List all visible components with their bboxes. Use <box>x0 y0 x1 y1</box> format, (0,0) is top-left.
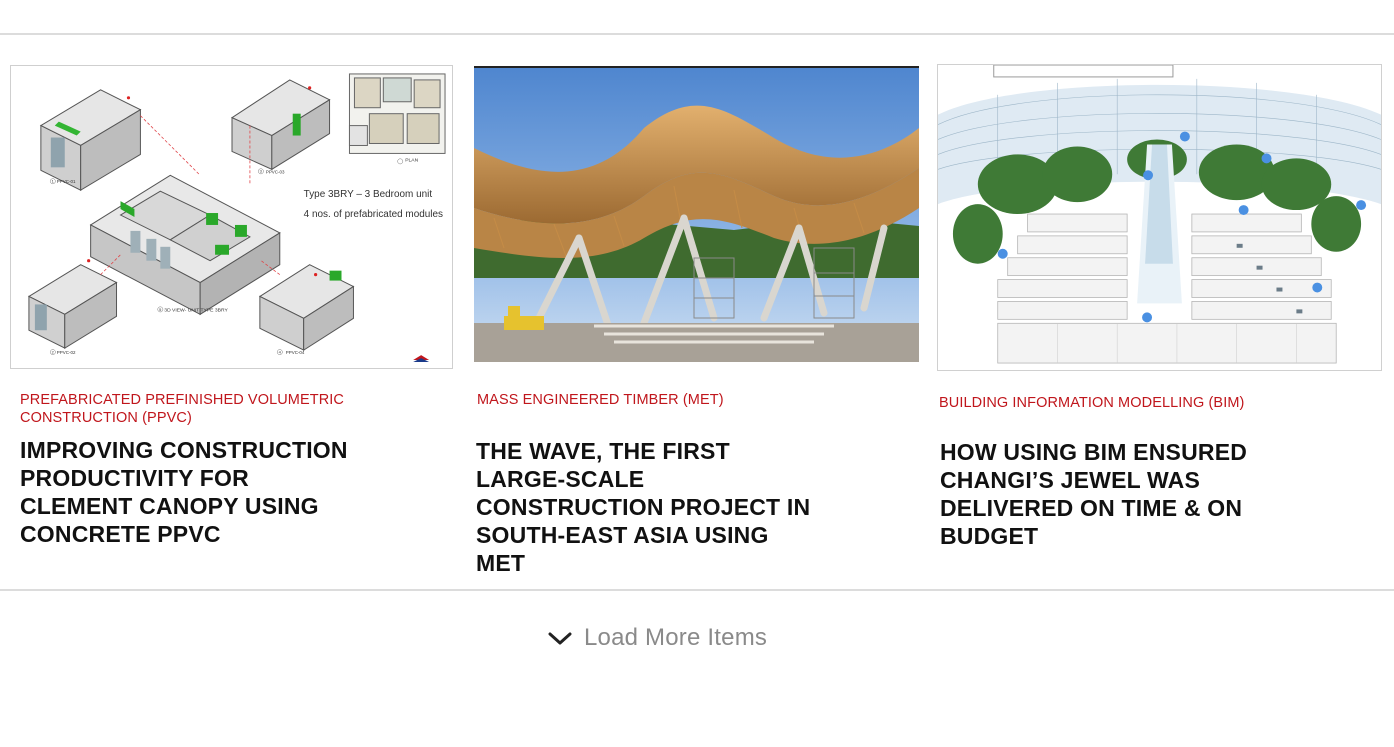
ppvc-callout-2: 2 <box>52 350 54 355</box>
ppvc-plan-label: PLAN <box>405 157 418 163</box>
load-more-label: Load More Items <box>584 624 768 651</box>
ppvc-module-label-2: PPVC-02 <box>57 350 76 355</box>
article-title[interactable]: IMPROVING CONSTRUCTION PRODUCTIVITY FOR … <box>20 436 360 548</box>
hdb-logo <box>413 354 430 363</box>
article-card-met[interactable]: MASS ENGINEERED TIMBER (MET) THE WAVE, T… <box>464 0 928 589</box>
article-title[interactable]: THE WAVE, THE FIRST LARGE-SCALE CONSTRUC… <box>476 437 816 577</box>
article-thumbnail-bim[interactable] <box>937 64 1382 371</box>
jewel-changi-cutaway-illustration <box>938 65 1381 370</box>
article-card-bim[interactable]: BUILDING INFORMATION MODELLING (BIM) HOW… <box>928 0 1394 589</box>
ppvc-view-label: 3D VIEW- UNIT TYPE 3BRY <box>164 307 228 313</box>
ppvc-module-label-4: PPVC-04 <box>286 350 305 355</box>
load-more-button[interactable]: Load More Items <box>546 620 767 656</box>
bottom-divider <box>0 589 1394 591</box>
the-wave-photo-illustration <box>474 68 919 362</box>
chevron-down-icon <box>548 632 572 645</box>
article-thumbnail-ppvc[interactable]: Type 3BRY – 3 Bedroom unit 4 nos. of pre… <box>10 65 453 369</box>
article-category[interactable]: BUILDING INFORMATION MODELLING (BIM) <box>939 394 1369 412</box>
article-category[interactable]: MASS ENGINEERED TIMBER (MET) <box>477 391 897 409</box>
article-thumbnail-met[interactable] <box>474 66 919 362</box>
ppvc-type-line: Type 3BRY – 3 Bedroom unit <box>304 189 433 200</box>
ppvc-modules-line: 4 nos. of prefabricated modules <box>304 209 443 220</box>
article-title[interactable]: HOW USING BIM ENSURED CHANGI’S JEWEL WAS… <box>940 438 1320 550</box>
ppvc-module-label-1: PPVC-01 <box>57 179 76 184</box>
floor-plan <box>348 73 446 154</box>
article-category[interactable]: PREFABRICATED PREFINISHED VOLUMETRIC CON… <box>20 391 350 427</box>
ppvc-diagram-illustration: Type 3BRY – 3 Bedroom unit 4 nos. of pre… <box>11 66 452 368</box>
ppvc-module-label-3: PPVC-03 <box>266 169 285 174</box>
article-card-ppvc[interactable]: Type 3BRY – 3 Bedroom unit 4 nos. of pre… <box>0 0 460 589</box>
